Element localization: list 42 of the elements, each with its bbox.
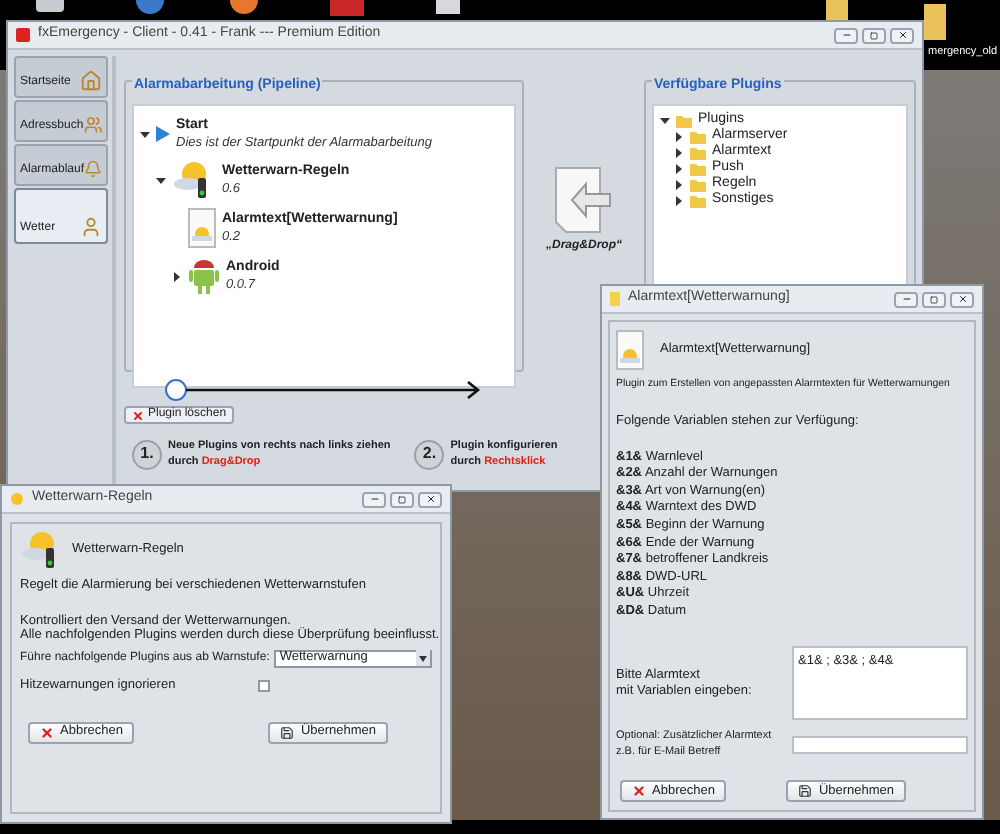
- maximize-icon: [398, 495, 406, 503]
- minimize-button[interactable]: [894, 291, 918, 307]
- save-icon: [798, 784, 813, 799]
- person-icon: [80, 216, 102, 238]
- expand-arrow-icon[interactable]: [172, 271, 182, 281]
- play-icon: [156, 126, 170, 142]
- minimize-button[interactable]: [362, 491, 386, 507]
- minimize-icon: [369, 494, 379, 504]
- collapse-arrow-icon[interactable]: [156, 175, 166, 185]
- step-number: 2.: [414, 439, 445, 469]
- save-icon: [280, 725, 295, 739]
- ignore-heat-checkbox[interactable]: [258, 679, 270, 692]
- minimize-button[interactable]: [834, 27, 858, 43]
- close-icon: [40, 725, 54, 739]
- house-icon: [80, 70, 102, 92]
- close-button[interactable]: [950, 291, 974, 307]
- maximize-icon: [870, 31, 878, 39]
- collapse-arrow-icon[interactable]: [660, 115, 670, 125]
- minimize-icon: [901, 294, 911, 304]
- maximize-icon: [930, 295, 938, 303]
- close-button[interactable]: [890, 27, 914, 43]
- close-button[interactable]: [418, 491, 442, 507]
- people-icon: [83, 114, 102, 136]
- expand-arrow-icon[interactable]: [674, 163, 684, 173]
- expand-arrow-icon[interactable]: [674, 195, 684, 205]
- collapse-arrow-icon[interactable]: [140, 129, 150, 139]
- optional-text-field[interactable]: [792, 735, 968, 754]
- step-number: 1.: [132, 439, 162, 469]
- minimize-icon: [841, 30, 851, 40]
- dropdown-arrow-icon: [416, 650, 430, 667]
- android-robot-icon: [188, 256, 220, 296]
- close-icon: [632, 784, 646, 799]
- app-icon: [16, 28, 30, 42]
- document-sun-icon: [616, 330, 644, 370]
- drop-arrow-icon: [554, 166, 614, 234]
- document-sun-icon: [188, 208, 216, 248]
- expand-arrow-icon[interactable]: [674, 147, 684, 157]
- expand-arrow-icon[interactable]: [674, 179, 684, 189]
- close-icon: [132, 409, 144, 421]
- sun-icon: [10, 492, 24, 506]
- expand-arrow-icon[interactable]: [674, 131, 684, 141]
- bell-icon: [84, 158, 102, 180]
